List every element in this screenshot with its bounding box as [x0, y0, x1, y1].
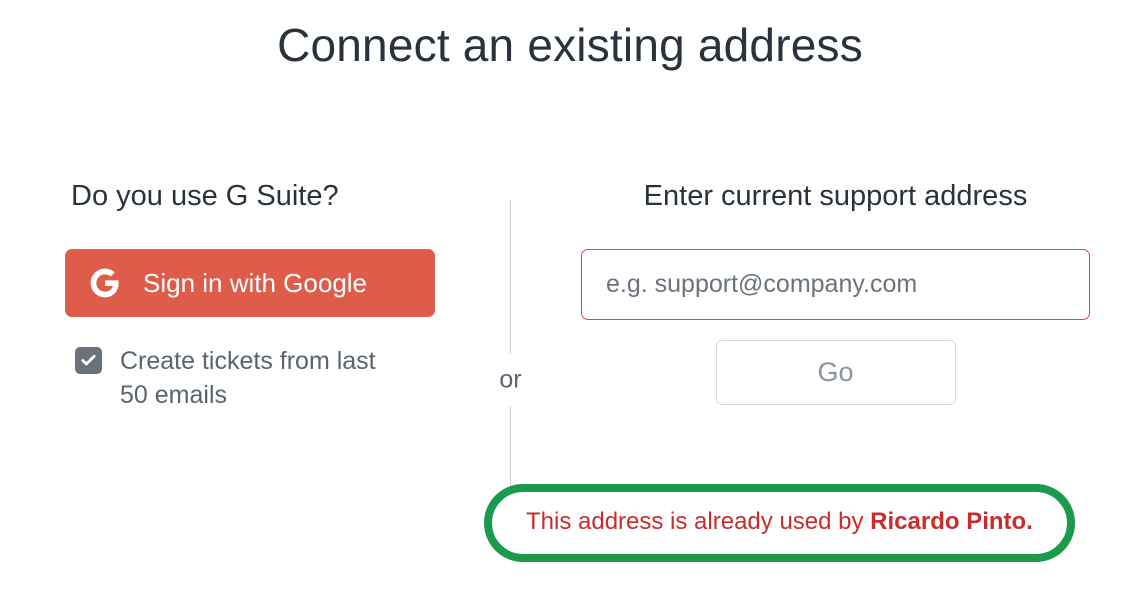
google-icon	[89, 267, 121, 299]
or-label: or	[491, 354, 529, 407]
sign-in-with-google-button[interactable]: Sign in with Google	[65, 249, 435, 317]
support-address-heading: Enter current support address	[581, 180, 1090, 213]
create-tickets-label: Create tickets from last 50 emails	[120, 345, 390, 413]
go-button-wrap: Go	[581, 340, 1090, 405]
create-tickets-checkbox[interactable]	[75, 347, 102, 374]
error-user-name: Ricardo Pinto.	[870, 508, 1033, 535]
support-email-input[interactable]	[581, 249, 1090, 320]
google-button-label: Sign in with Google	[143, 268, 367, 299]
go-button[interactable]: Go	[716, 340, 956, 405]
check-icon	[80, 352, 97, 369]
error-callout: This address is already used by Ricardo …	[484, 484, 1075, 562]
page-title: Connect an existing address	[0, 0, 1140, 72]
error-message: This address is already used by Ricardo …	[526, 508, 1033, 535]
gsuite-heading: Do you use G Suite?	[65, 180, 450, 213]
create-tickets-checkbox-row: Create tickets from last 50 emails	[65, 345, 450, 413]
error-prefix: This address is already used by	[526, 508, 870, 535]
gsuite-column: Do you use G Suite? Sign in with Google …	[30, 180, 510, 560]
